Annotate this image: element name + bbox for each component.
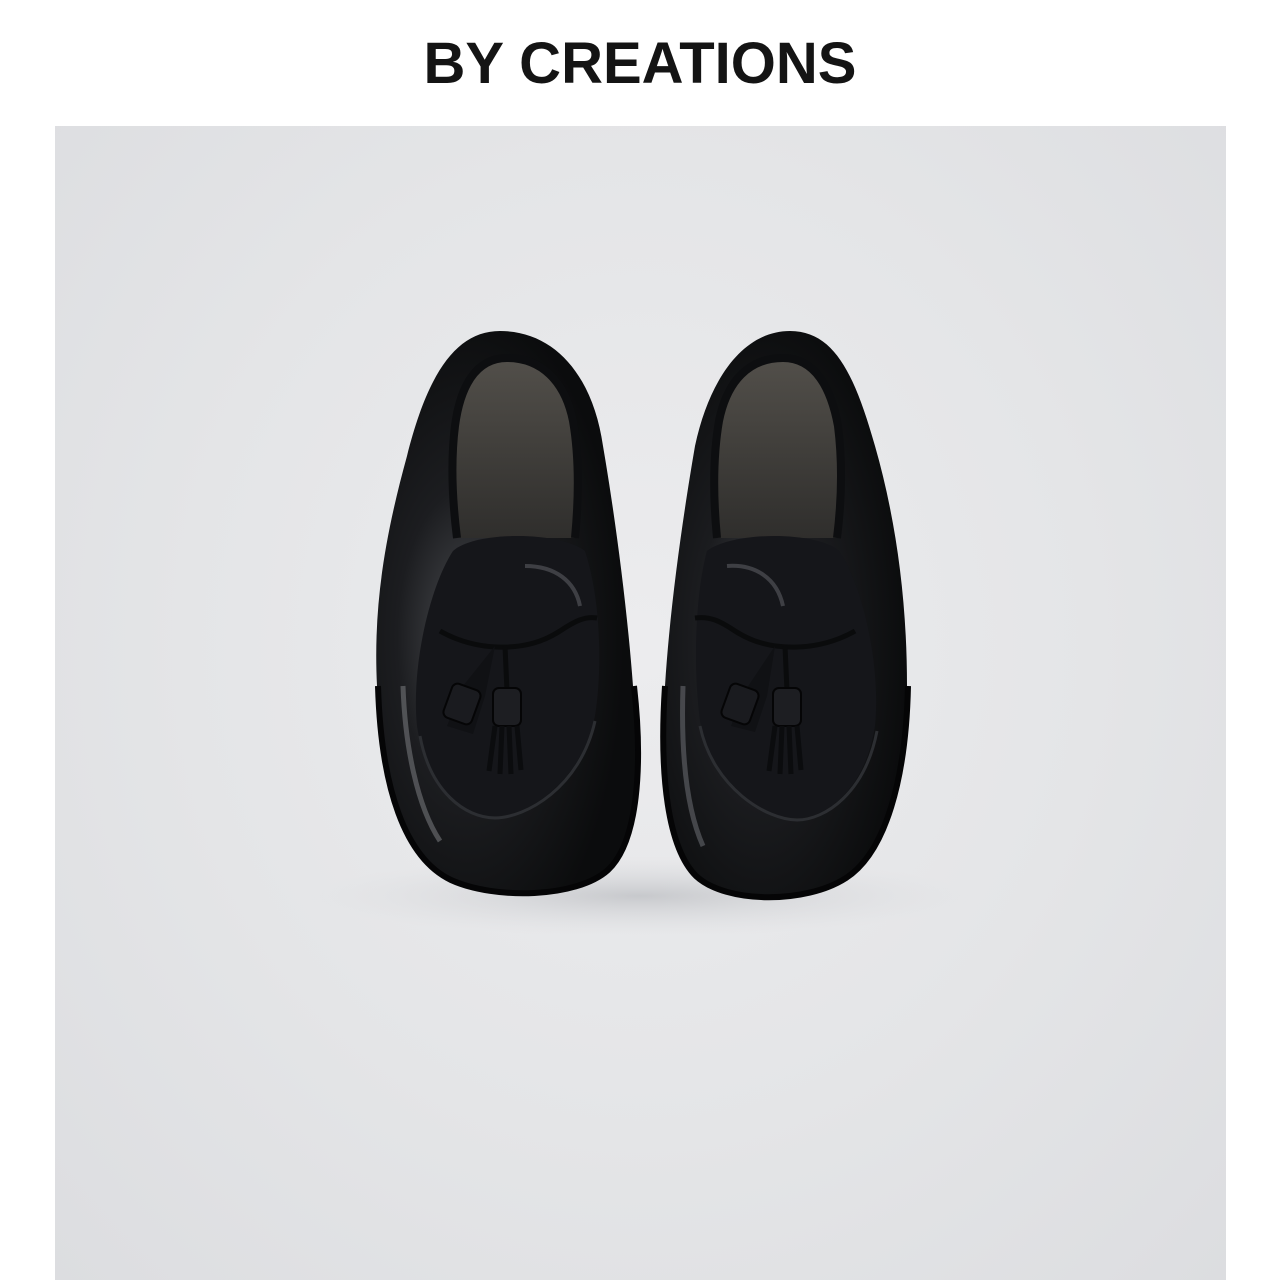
brand-logo: BY CREATIONS <box>423 30 857 96</box>
floor-shadow <box>310 856 970 936</box>
loafers-illustration <box>310 331 970 936</box>
left-loafer <box>375 331 642 897</box>
right-loafer <box>660 331 911 901</box>
product-photo <box>55 126 1226 1280</box>
